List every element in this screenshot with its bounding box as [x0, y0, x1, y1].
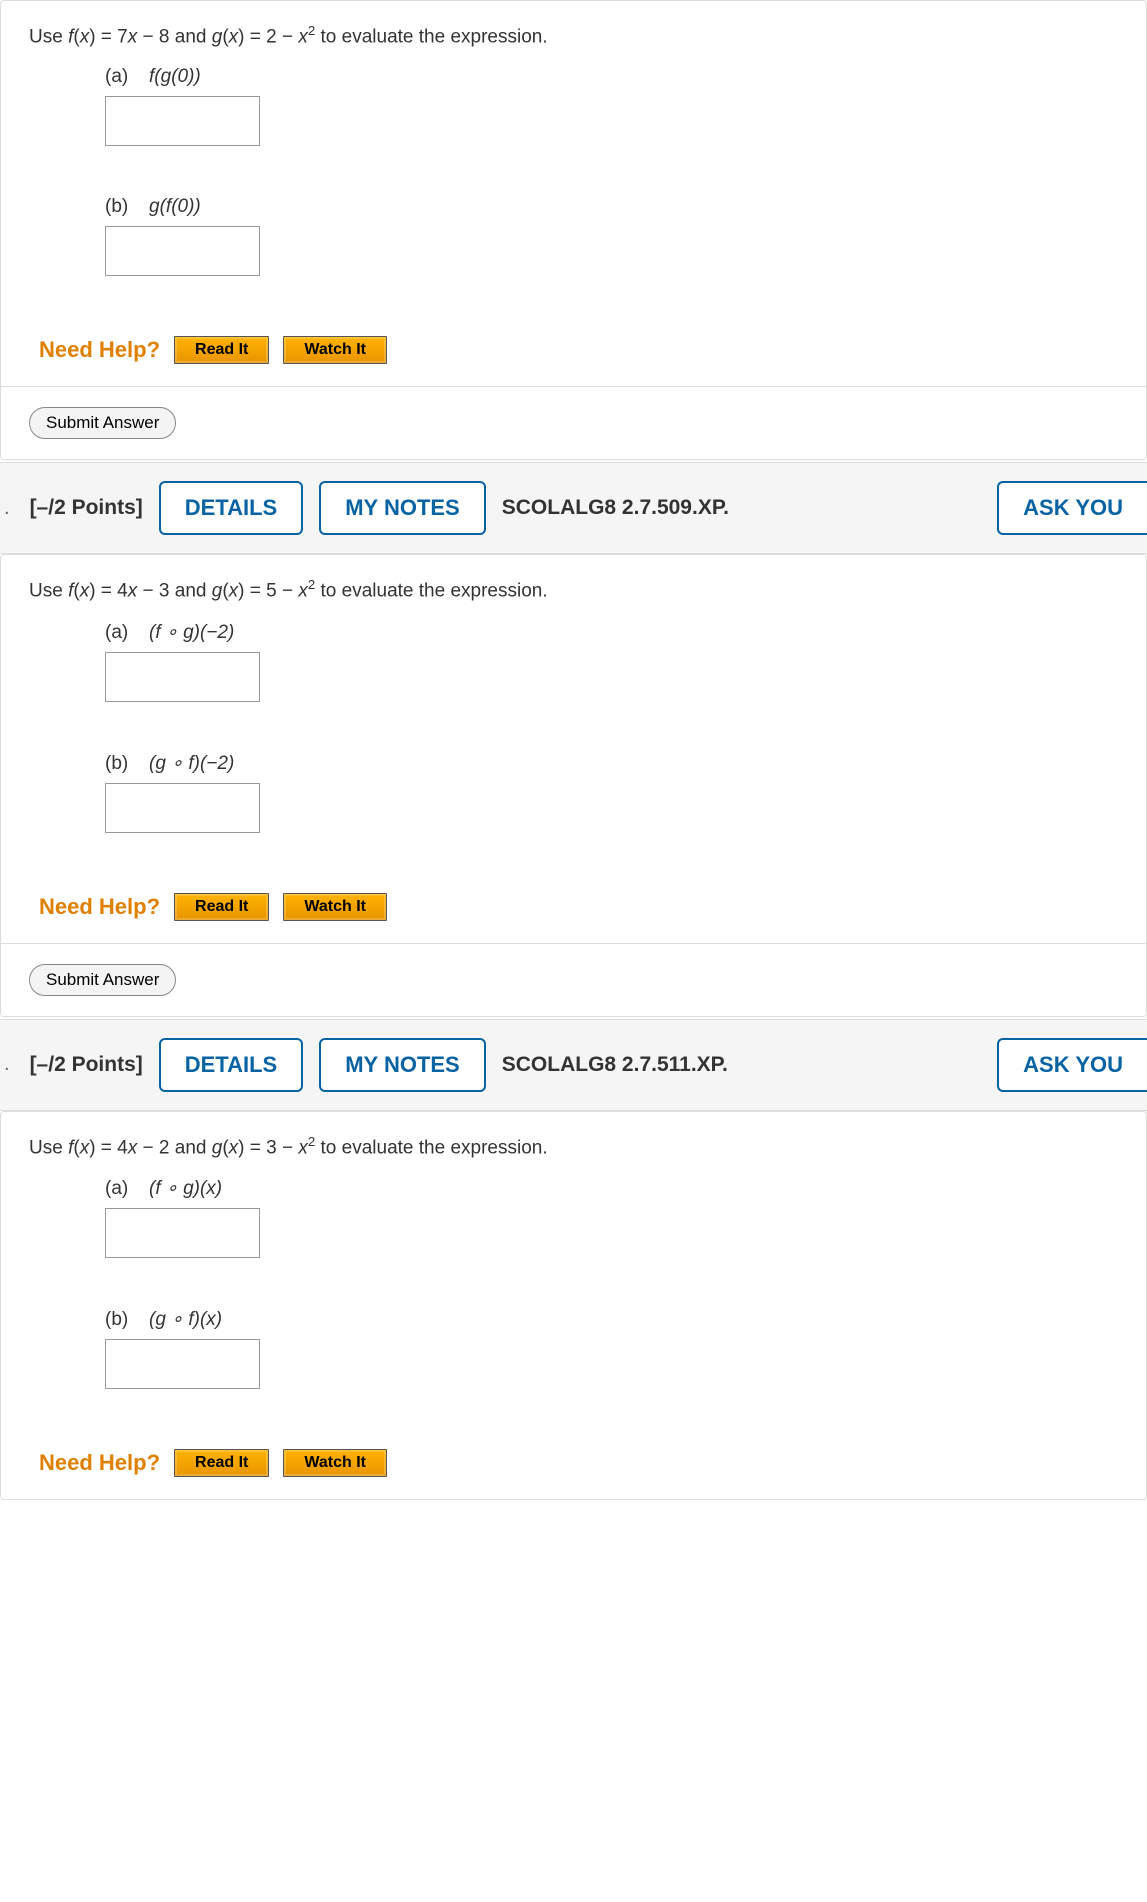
question-box: Use f(x) = 4x − 2 and g(x) = 3 − x2 to e… — [0, 1111, 1147, 1500]
question-part: (b)g(f(0)) — [105, 196, 1118, 276]
question-part: (a)f(g(0)) — [105, 66, 1118, 146]
question-reference: SCOLALG8 2.7.511.XP. — [502, 1053, 728, 1077]
submit-answer-button[interactable]: Submit Answer — [29, 407, 176, 439]
bullet-icon: . — [4, 1053, 10, 1076]
question-part: (b)(g ∘ f)(−2) — [105, 752, 1118, 833]
ask-teacher-button[interactable]: ASK YOU — [997, 1038, 1147, 1092]
watch-it-button[interactable]: Watch It — [283, 336, 387, 364]
part-expression: f(g(0)) — [149, 66, 201, 87]
points-label: [–/2 Points] — [30, 496, 143, 520]
part-label: (b) — [105, 753, 149, 775]
part-expression: g(f(0)) — [149, 196, 201, 217]
question-prompt: Use f(x) = 4x − 3 and g(x) = 5 − x2 to e… — [29, 577, 1118, 602]
my-notes-button[interactable]: MY NOTES — [319, 1038, 486, 1092]
question-part: (a)(f ∘ g)(−2) — [105, 621, 1118, 702]
question-box: Use f(x) = 7x − 8 and g(x) = 2 − x2 to e… — [0, 0, 1147, 460]
answer-input[interactable] — [105, 652, 260, 702]
question-box: Use f(x) = 4x − 3 and g(x) = 5 − x2 to e… — [0, 554, 1147, 1016]
part-expression: (g ∘ f)(x) — [149, 1309, 222, 1330]
need-help-row: Need Help? Read It Watch It — [29, 883, 1118, 933]
read-it-button[interactable]: Read It — [174, 1449, 269, 1477]
part-label: (a) — [105, 66, 149, 88]
read-it-button[interactable]: Read It — [174, 336, 269, 364]
answer-input[interactable] — [105, 1339, 260, 1389]
ask-teacher-button[interactable]: ASK YOU — [997, 481, 1147, 535]
part-label: (a) — [105, 1178, 149, 1200]
need-help-label: Need Help? — [39, 894, 160, 920]
need-help-label: Need Help? — [39, 337, 160, 363]
submit-row: Submit Answer — [1, 386, 1146, 459]
question-header: . [–/2 Points] DETAILS MY NOTES SCOLALG8 2.7… — [0, 1019, 1147, 1111]
bullet-icon: . — [4, 497, 10, 520]
question-prompt: Use f(x) = 4x − 2 and g(x) = 3 − x2 to e… — [29, 1134, 1118, 1159]
points-label: [–/2 Points] — [30, 1053, 143, 1077]
part-expression: (f ∘ g)(−2) — [149, 622, 234, 643]
need-help-row: Need Help? Read It Watch It — [29, 326, 1118, 376]
submit-row: Submit Answer — [1, 943, 1146, 1016]
part-label: (b) — [105, 1309, 149, 1331]
part-expression: (f ∘ g)(x) — [149, 1178, 222, 1199]
need-help-row: Need Help? Read It Watch It — [29, 1439, 1118, 1489]
question-part: (a)(f ∘ g)(x) — [105, 1177, 1118, 1258]
details-button[interactable]: DETAILS — [159, 1038, 303, 1092]
answer-input[interactable] — [105, 226, 260, 276]
watch-it-button[interactable]: Watch It — [283, 1449, 387, 1477]
need-help-label: Need Help? — [39, 1450, 160, 1476]
question-header: . [–/2 Points] DETAILS MY NOTES SCOLALG8 2.7… — [0, 462, 1147, 554]
part-label: (b) — [105, 196, 149, 218]
answer-input[interactable] — [105, 96, 260, 146]
question-part: (b)(g ∘ f)(x) — [105, 1308, 1118, 1389]
my-notes-button[interactable]: MY NOTES — [319, 481, 486, 535]
details-button[interactable]: DETAILS — [159, 481, 303, 535]
read-it-button[interactable]: Read It — [174, 893, 269, 921]
question-reference: SCOLALG8 2.7.509.XP. — [502, 496, 729, 520]
answer-input[interactable] — [105, 1208, 260, 1258]
submit-answer-button[interactable]: Submit Answer — [29, 964, 176, 996]
question-prompt: Use f(x) = 7x − 8 and g(x) = 2 − x2 to e… — [29, 23, 1118, 48]
part-expression: (g ∘ f)(−2) — [149, 753, 234, 774]
watch-it-button[interactable]: Watch It — [283, 893, 387, 921]
answer-input[interactable] — [105, 783, 260, 833]
part-label: (a) — [105, 622, 149, 644]
